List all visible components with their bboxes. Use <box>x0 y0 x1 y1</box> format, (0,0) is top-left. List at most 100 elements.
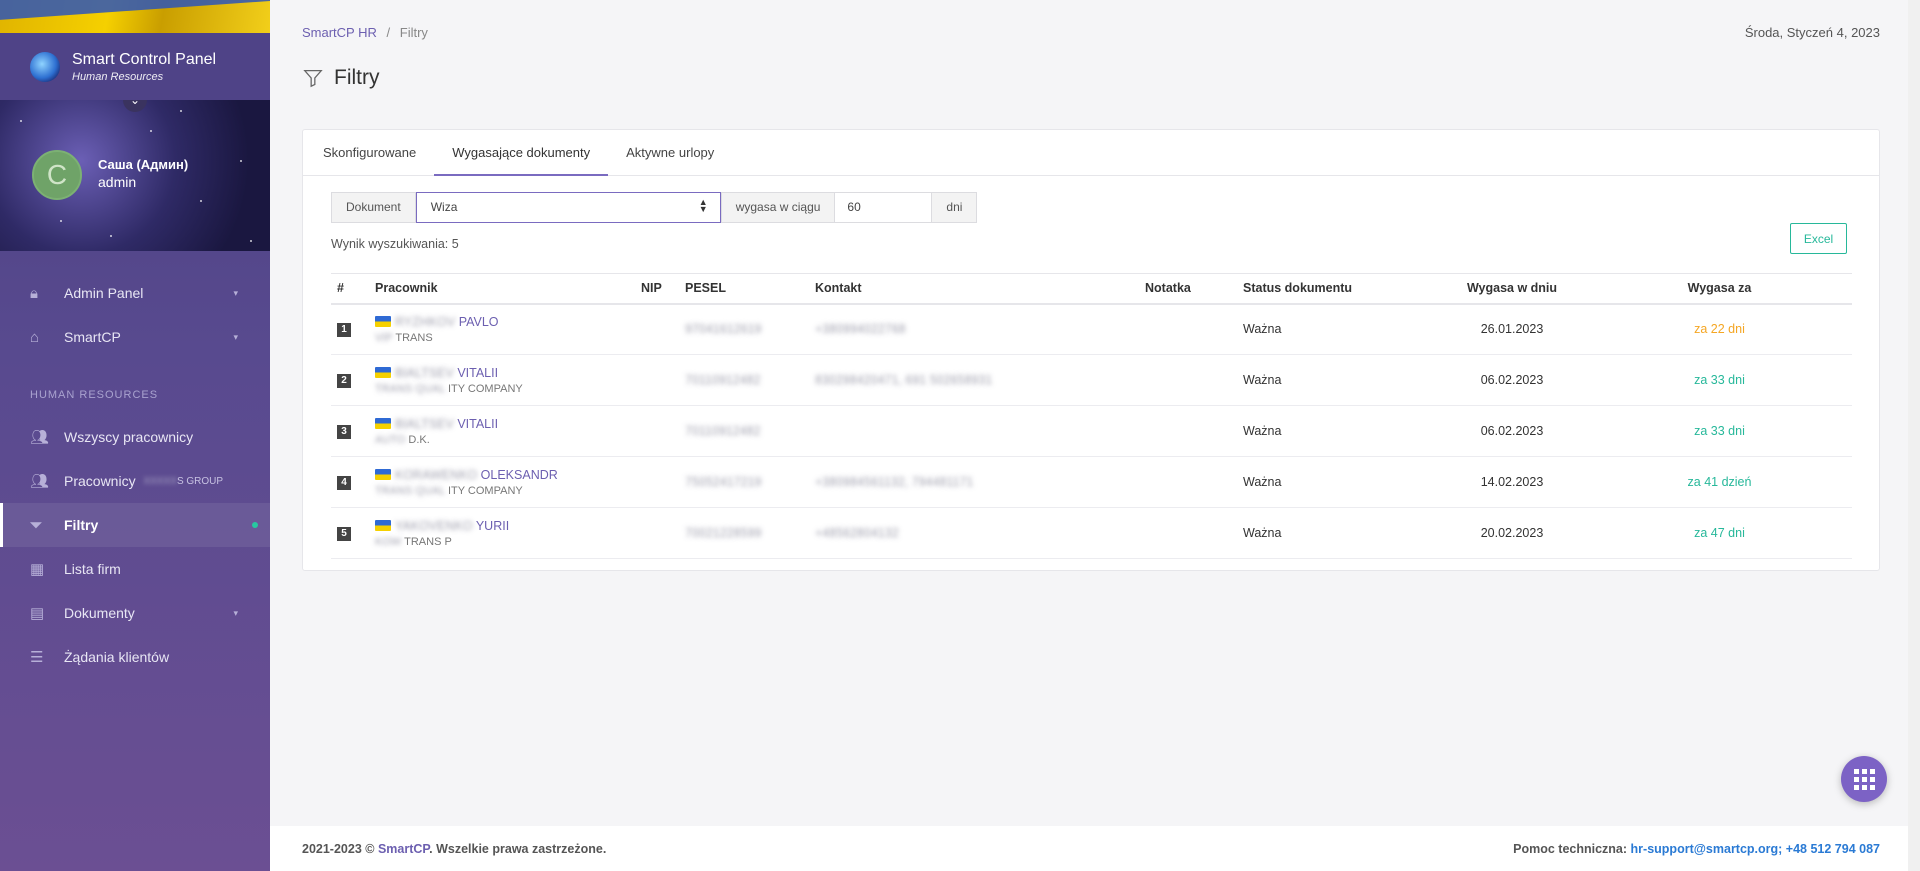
users-icon: 👥︎ <box>30 473 50 490</box>
note-cell <box>1139 354 1237 406</box>
sidebar-item-admin-panel[interactable]: 🔒︎ Admin Panel ▾ <box>0 271 270 315</box>
breadcrumb-separator: / <box>386 25 391 40</box>
employee-cell[interactable]: BIALTSEV VITALII TRANS QUAL ITY COMPANY <box>369 354 635 406</box>
col-pesel[interactable]: PESEL <box>679 273 809 305</box>
employee-cell[interactable]: KORAWENKO OLEKSANDR TRANS QUAL ITY COMPAN… <box>369 456 635 508</box>
row-number-cell: 1 <box>331 303 369 355</box>
col-document-status[interactable]: Status dokumentu <box>1237 273 1437 305</box>
list-icon: ☰ <box>30 649 44 666</box>
sidebar-item-filters[interactable]: ⏷ Filtry <box>0 503 270 547</box>
tab-configured[interactable]: Skonfigurowane <box>305 130 434 175</box>
footer-support-contact-link[interactable]: hr-support@smartcp.org; +48 512 794 087 <box>1631 842 1880 856</box>
active-indicator-dot <box>252 522 258 528</box>
expires-in-cell: za 33 dni <box>1587 354 1852 406</box>
table-row[interactable]: 4 KORAWENKO OLEKSANDR TRANS QUAL ITY COMPA… <box>331 456 1852 508</box>
table-row[interactable]: 1 RYZHKOV PAVLO VIP TRANS 97041612619 +38099… <box>331 303 1852 355</box>
apps-grid-button[interactable] <box>1841 756 1887 802</box>
footer-copyright: 2021-2023 © SmartCP. Wszelkie prawa zast… <box>302 842 606 856</box>
employee-cell[interactable]: YAKOVENKO YURII KOW TRANS P <box>369 507 635 559</box>
user-name: Саша (Админ) <box>98 157 189 172</box>
contact-value-blurred: +48562804132 <box>815 526 899 540</box>
sidebar-item-all-employees[interactable]: 👥︎ Wszyscy pracownicy <box>0 415 270 459</box>
col-contact[interactable]: Kontakt <box>809 273 1139 305</box>
profile-toggle-chevron-icon[interactable]: ⌄ <box>123 100 147 112</box>
col-expires-in[interactable]: Wygasa za <box>1587 273 1852 305</box>
excel-export-button[interactable]: Excel <box>1790 223 1847 254</box>
expires-on-cell: 06.02.2023 <box>1437 354 1587 406</box>
employee-name-link[interactable]: YAKOVENKO YURII <box>375 519 629 533</box>
employee-surname-blurred: YAKOVENKO <box>395 518 473 533</box>
employee-first-name: YURII <box>475 518 510 533</box>
tab-active-leaves[interactable]: Aktywne urlopy <box>608 130 732 175</box>
sidebar: Smart Control Panel Human Resources ⌄ С … <box>0 0 270 871</box>
pesel-cell: 70110912482 <box>679 354 809 406</box>
filter-icon <box>303 70 323 88</box>
nip-cell <box>635 354 679 406</box>
days-input[interactable]: 60 <box>835 192 932 223</box>
row-number-badge: 3 <box>337 425 351 439</box>
table-row[interactable]: 2 BIALTSEV VITALII TRANS QUAL ITY COMPANY 7… <box>331 354 1852 406</box>
sidebar-item-label: Pracownicy <box>64 473 136 489</box>
employee-cell[interactable]: RYZHKOV PAVLO VIP TRANS <box>369 303 635 355</box>
ukraine-flag-icon <box>375 315 391 327</box>
document-select[interactable]: Wiza ▲ ▼ <box>415 192 721 223</box>
nip-cell <box>635 456 679 508</box>
tab-expiring-documents[interactable]: Wygasające dokumenty <box>434 130 609 176</box>
col-note[interactable]: Notatka <box>1139 273 1237 305</box>
employee-cell[interactable]: BIALTSEV VITALII AUTO D.K. <box>369 405 635 457</box>
employee-first-name: PAVLO <box>458 314 499 329</box>
col-expires-on[interactable]: Wygasa w dniu <box>1437 273 1587 305</box>
employee-surname-blurred: BIALTSEV <box>395 416 454 431</box>
contact-value-blurred: +380984561132, 794481171 <box>815 475 974 489</box>
col-number: # <box>331 273 369 305</box>
sidebar-item-label: Filtry <box>64 517 99 533</box>
col-nip[interactable]: NIP <box>635 273 679 305</box>
contact-value-blurred: +380994022768 <box>815 322 906 337</box>
result-count: Wynik wyszukiwania: 5 <box>331 237 459 251</box>
sidebar-item-employees-group[interactable]: 👥︎ Pracownicy XXXXXS GROUP <box>0 459 270 503</box>
breadcrumb: SmartCP HR / Filtry <box>302 25 428 40</box>
pesel-value-blurred: 97041612619 <box>685 322 762 337</box>
pesel-cell: 75052417219 <box>679 456 809 508</box>
employee-name-link[interactable]: KORAWENKO OLEKSANDR <box>375 468 629 482</box>
col-employee[interactable]: Pracownik <box>369 273 635 305</box>
employee-name-link[interactable]: BIALTSEV VITALII <box>375 417 629 431</box>
flag-banner <box>0 0 270 33</box>
company-name: ITY COMPANY <box>447 484 523 497</box>
employee-name-link[interactable]: RYZHKOV PAVLO <box>375 315 629 329</box>
sidebar-item-label: Admin Panel <box>64 285 144 301</box>
ukraine-flag-icon <box>375 417 391 429</box>
nip-cell <box>635 507 679 559</box>
sidebar-item-label: Lista firm <box>64 561 121 577</box>
contact-cell <box>809 405 1139 457</box>
expires-on-cell: 06.02.2023 <box>1437 405 1587 457</box>
page-title-text: Filtry <box>334 66 380 89</box>
table-row[interactable]: 3 BIALTSEV VITALII AUTO D.K. 70110912482 Waż… <box>331 405 1852 457</box>
company-name-blurred: TRANS QUAL <box>375 484 445 497</box>
chevron-down-icon: ▾ <box>233 287 238 298</box>
days-unit-label: dni <box>931 192 978 223</box>
pesel-value-blurred: 70110912482 <box>685 424 761 438</box>
table-row[interactable]: 5 YAKOVENKO YURII KOW TRANS P 70021228599 +4… <box>331 507 1852 559</box>
company-name-blurred: KOW <box>375 535 402 548</box>
users-icon: 👥︎ <box>30 429 50 446</box>
sidebar-item-companies[interactable]: ▦ Lista firm <box>0 547 270 591</box>
sidebar-nav: 🔒︎ Admin Panel ▾ ⌂ SmartCP ▾ HUMAN RESOU… <box>0 251 270 679</box>
sidebar-item-label: Wszyscy pracownicy <box>64 429 194 445</box>
employee-name-link[interactable]: BIALTSEV VITALII <box>375 366 629 380</box>
avatar[interactable]: С <box>32 150 82 200</box>
brand[interactable]: Smart Control Panel Human Resources <box>0 33 270 100</box>
sidebar-item-client-requests[interactable]: ☰ Żądania klientów <box>0 635 270 679</box>
breadcrumb-root-link[interactable]: SmartCP HR <box>302 25 377 40</box>
page-scrollbar[interactable] <box>1908 0 1920 871</box>
sidebar-item-smartcp[interactable]: ⌂ SmartCP ▾ <box>0 315 270 359</box>
footer-brand-link[interactable]: SmartCP <box>378 842 429 856</box>
expires-on-cell: 20.02.2023 <box>1437 507 1587 559</box>
footer-rights-text: . Wszelkie prawa zastrzeżone. <box>429 841 607 856</box>
employee-company: VIP TRANS <box>375 332 629 344</box>
tabs: Skonfigurowane Wygasające dokumenty Akty… <box>303 130 1879 176</box>
employee-first-name: VITALII <box>457 416 499 431</box>
employee-surname-blurred: KORAWENKO <box>395 467 478 482</box>
table-header-row: # Pracownik NIP PESEL Kontakt Notatka St… <box>331 273 1852 305</box>
sidebar-item-documents[interactable]: ▤ Dokumenty ▾ <box>0 591 270 635</box>
